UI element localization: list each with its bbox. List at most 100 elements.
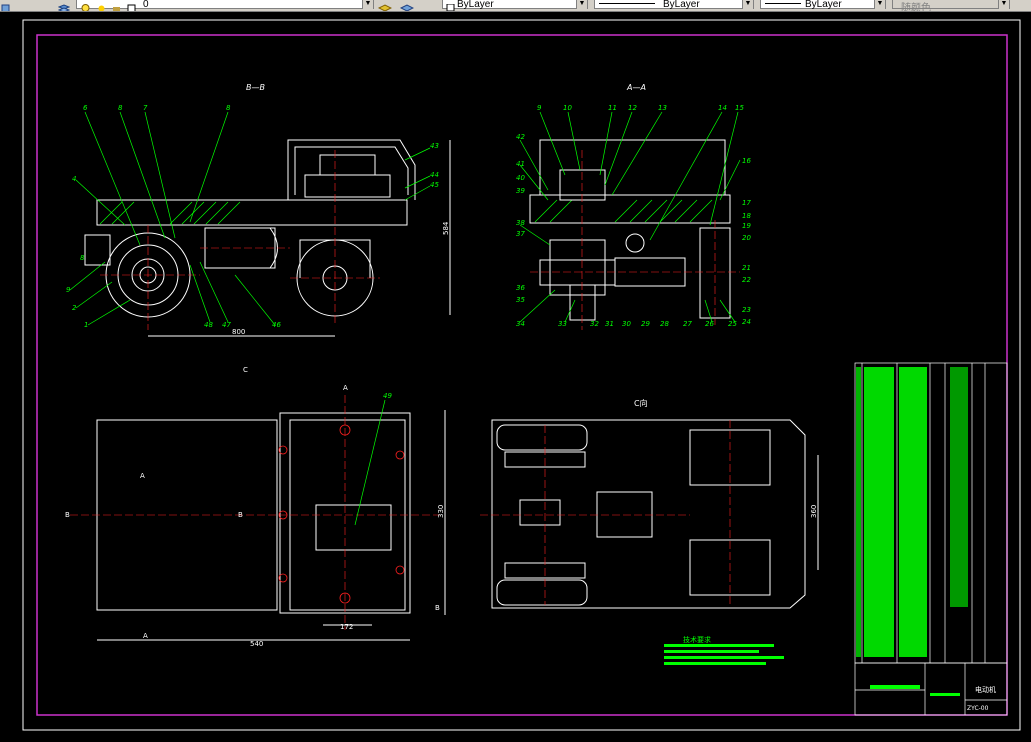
technical-requirements: 技术要求 (664, 635, 784, 665)
plotstyle-dropdown[interactable]: 随颜色 ▼ (892, 0, 1010, 11)
view-c-title: C向 (634, 398, 648, 408)
parts-list-table (854, 362, 1008, 664)
color-value-text: ByLayer (457, 0, 494, 10)
section-letter-b-left: B (65, 511, 70, 519)
section-letter-a-bottom: A (143, 632, 148, 640)
title-block-name: 电动机 (975, 685, 996, 694)
callout-aa-28: 28 (660, 320, 669, 328)
dim-bb-width: 800 (232, 328, 245, 336)
chevron-down-icon[interactable]: ▼ (742, 0, 753, 9)
section-aa-title: A—A (626, 83, 646, 92)
callout-aa-42: 42 (516, 133, 525, 141)
view-c-marker: C (243, 366, 248, 374)
callout-aa-14: 14 (718, 104, 727, 112)
lightbulb-icon (81, 0, 90, 11)
chevron-down-icon[interactable]: ▼ (998, 0, 1009, 9)
callout-aa-16: 16 (742, 157, 751, 165)
lineweight-value-text: ByLayer (805, 0, 842, 10)
drawing-canvas[interactable]: B—B 800 584 C 6 8 7 8 4 8 9 2 1 48 47 46… (0, 11, 1031, 737)
color-swatch-icon (127, 0, 136, 11)
callout-aa-22: 22 (742, 276, 751, 284)
section-letter-a-top: A (343, 384, 348, 392)
callout-bb-45: 45 (430, 181, 439, 189)
callout-aa-29: 29 (641, 320, 650, 328)
callout-aa-17: 17 (742, 199, 751, 207)
section-letter-b-right: B (435, 604, 440, 612)
callout-aa-19: 19 (742, 222, 751, 230)
callout-bb-48: 48 (204, 321, 213, 329)
callout-bb-6: 6 (83, 104, 88, 112)
callout-aa-12: 12 (628, 104, 637, 112)
callout-bb-43: 43 (430, 142, 439, 150)
title-block-code: ZYC-00 (967, 705, 989, 712)
callout-aa-33: 33 (558, 320, 567, 328)
callout-aa-9: 9 (537, 104, 542, 112)
callout-aa-20: 20 (742, 234, 751, 242)
lock-icon (112, 0, 121, 11)
chevron-down-icon[interactable]: ▼ (576, 0, 587, 9)
view-c: C向 360 (480, 398, 819, 609)
callout-bb-4: 4 (72, 175, 76, 183)
callout-bb-47: 47 (222, 321, 231, 329)
callout-aa-39: 39 (516, 187, 525, 195)
dim-plan-small: 172 (340, 623, 353, 631)
dim-c-height: 360 (810, 505, 818, 518)
callout-aa-10: 10 (563, 104, 572, 112)
callout-bb-8c: 8 (80, 254, 85, 262)
section-letter-a-mid: A (140, 472, 145, 480)
callout-aa-30: 30 (622, 320, 631, 328)
callout-aa-25: 25 (728, 320, 737, 328)
callout-aa-15: 15 (735, 104, 744, 112)
section-bb-title: B—B (246, 83, 265, 92)
callout-aa-34: 34 (516, 320, 525, 328)
callout-aa-21: 21 (742, 264, 751, 272)
callout-aa-35: 35 (516, 296, 525, 304)
lineweight-dropdown[interactable]: ByLayer ▼ (760, 0, 886, 10)
callout-bb-1: 1 (84, 321, 88, 329)
sun-icon (97, 0, 106, 11)
callout-bb-2: 2 (72, 304, 77, 312)
callout-aa-24: 24 (742, 318, 751, 326)
callout-aa-23: 23 (742, 306, 751, 314)
callout-bb-46: 46 (272, 321, 281, 329)
linetype-sample (599, 3, 655, 4)
section-aa-view: A—A 9 10 11 12 13 14 15 16 17 18 19 20 2… (516, 83, 751, 330)
layer-dropdown[interactable]: 0 ▼ (76, 0, 374, 11)
callout-aa-32: 32 (590, 320, 599, 328)
layer-manager-icon[interactable] (1, 0, 10, 11)
callout-aa-40: 40 (516, 174, 525, 182)
callout-bb-8b: 8 (226, 104, 231, 112)
linetype-dropdown[interactable]: ByLayer ▼ (594, 0, 754, 10)
make-object-layer-current-icon[interactable] (377, 0, 393, 11)
callout-aa-31: 31 (605, 320, 614, 328)
layers-stack-icon[interactable] (57, 0, 71, 11)
section-letter-b-mid: B (238, 511, 243, 519)
chevron-down-icon[interactable]: ▼ (874, 0, 885, 9)
section-bb-view: B—B 800 584 C 6 8 7 8 4 8 9 2 1 48 47 46… (66, 83, 451, 374)
color-dropdown[interactable]: ByLayer ▼ (442, 0, 588, 11)
callout-aa-38: 38 (516, 219, 525, 227)
lineweight-sample (765, 3, 801, 4)
callout-plan-49: 49 (383, 392, 392, 400)
layer-name-text: 0 (143, 0, 149, 10)
layer-previous-icon[interactable] (399, 0, 415, 11)
dim-plan-width: 540 (250, 640, 263, 648)
chevron-down-icon[interactable]: ▼ (362, 0, 373, 9)
callout-aa-26: 26 (705, 320, 714, 328)
dim-plan-height: 330 (437, 505, 445, 518)
callout-aa-41: 41 (516, 160, 525, 168)
callout-aa-11: 11 (608, 104, 617, 112)
dim-bb-height: 584 (442, 221, 450, 235)
callout-bb-44: 44 (430, 171, 439, 179)
callout-bb-7: 7 (143, 104, 148, 112)
callout-aa-27: 27 (683, 320, 692, 328)
callout-bb-8a: 8 (118, 104, 123, 112)
color-swatch-icon (446, 0, 455, 11)
callout-bb-9: 9 (66, 286, 71, 294)
callout-aa-13: 13 (658, 104, 667, 112)
linetype-value-text: ByLayer (663, 0, 700, 10)
title-block: 电动机 ZYC-00 (854, 662, 1008, 716)
callout-aa-18: 18 (742, 212, 751, 220)
callout-aa-36: 36 (516, 284, 525, 292)
tech-req-title: 技术要求 (683, 635, 711, 644)
